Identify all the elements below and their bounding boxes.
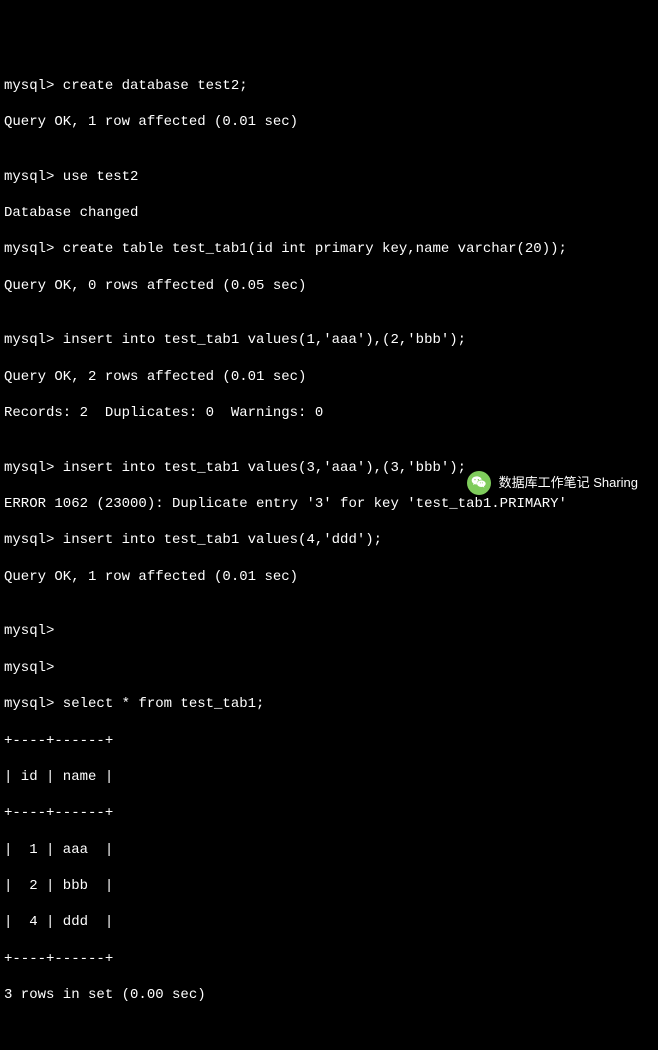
terminal-line: Database changed — [4, 204, 654, 222]
terminal-line: Query OK, 0 rows affected (0.05 sec) — [4, 277, 654, 295]
terminal-line: Records: 2 Duplicates: 0 Warnings: 0 — [4, 404, 654, 422]
table-row: | 4 | ddd | — [4, 913, 654, 931]
terminal-line: mysql> create database test2; — [4, 77, 654, 95]
terminal-line: mysql> insert into test_tab1 values(1,'a… — [4, 331, 654, 349]
terminal-line: Query OK, 1 row affected (0.01 sec) — [4, 568, 654, 586]
table-border: +----+------+ — [4, 732, 654, 750]
terminal-line: mysql> insert into test_tab1 values(4,'d… — [4, 531, 654, 549]
wechat-icon — [467, 471, 491, 495]
terminal-line: Query OK, 1 row affected (0.01 sec) — [4, 113, 654, 131]
terminal-error-line: ERROR 1062 (23000): Duplicate entry '3' … — [4, 495, 654, 513]
table-row: | 1 | aaa | — [4, 841, 654, 859]
watermark-caption: 数据库工作笔记 Sharing — [467, 471, 638, 495]
terminal-prompt-line[interactable]: mysql> — [4, 622, 654, 640]
terminal-line: mysql> select * from test_tab1; — [4, 695, 654, 713]
terminal-result-line: 3 rows in set (0.00 sec) — [4, 986, 654, 1004]
watermark-text: 数据库工作笔记 Sharing — [499, 475, 638, 492]
terminal-line: mysql> create table test_tab1(id int pri… — [4, 240, 654, 258]
table-border: +----+------+ — [4, 950, 654, 968]
table-header: | id | name | — [4, 768, 654, 786]
terminal-prompt-line[interactable]: mysql> — [4, 659, 654, 677]
terminal-line: mysql> use test2 — [4, 168, 654, 186]
terminal-line: Query OK, 2 rows affected (0.01 sec) — [4, 368, 654, 386]
table-border: +----+------+ — [4, 804, 654, 822]
table-row: | 2 | bbb | — [4, 877, 654, 895]
